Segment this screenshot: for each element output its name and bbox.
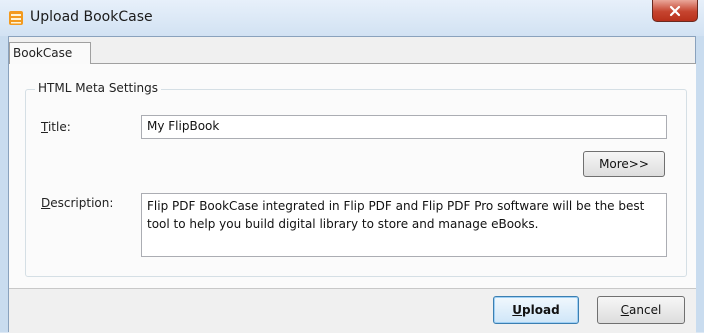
window-title: Upload BookCase [30, 9, 153, 25]
group-legend: HTML Meta Settings [35, 81, 162, 95]
title-field[interactable]: My FlipBook [141, 115, 667, 139]
cancel-button[interactable]: Cancel [597, 296, 685, 324]
title-label-mnemonic: T [41, 120, 48, 134]
close-icon [669, 5, 681, 16]
tab-bookcase[interactable]: BookCase [9, 42, 91, 64]
dialog-footer [9, 289, 696, 333]
upload-button[interactable]: Upload [493, 296, 579, 324]
description-label: Description: [41, 196, 113, 210]
upload-bookcase-dialog: Upload BookCase BookCase HTML Meta Setti… [0, 0, 704, 333]
description-label-mnemonic: D [41, 196, 51, 210]
dialog-client-area: BookCase HTML Meta Settings Title: My Fl… [8, 36, 696, 333]
title-label-text: itle: [47, 120, 71, 134]
cancel-label: ancel [629, 303, 662, 317]
more-button[interactable]: More>> [583, 151, 665, 177]
upload-mnemonic: U [512, 303, 523, 317]
bookcase-icon [9, 11, 23, 25]
title-bar[interactable]: Upload BookCase [0, 0, 704, 36]
description-field[interactable]: Flip PDF BookCase integrated in Flip PDF… [141, 193, 667, 257]
upload-label: pload [522, 303, 560, 317]
close-button[interactable] [652, 0, 698, 22]
description-label-text: escription: [50, 196, 114, 210]
cancel-mnemonic: C [620, 303, 630, 317]
title-label: Title: [41, 120, 71, 134]
